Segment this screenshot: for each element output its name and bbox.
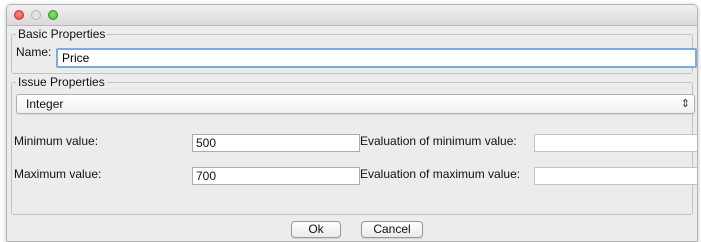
name-label: Name: [16, 45, 52, 59]
maximum-value-input[interactable]: 700 [192, 167, 360, 185]
cancel-button[interactable]: Cancel [361, 221, 423, 238]
evaluation-min-input[interactable] [534, 134, 697, 152]
title-bar [7, 5, 697, 26]
evaluation-max-input[interactable] [534, 167, 697, 185]
issue-properties-title: Issue Properties [16, 75, 107, 89]
close-icon[interactable] [14, 10, 24, 20]
basic-properties-group: Basic Properties Name: [11, 27, 697, 74]
evaluation-min-label: Evaluation of minimum value: [360, 134, 517, 148]
issue-type-selected: Integer [26, 97, 64, 111]
dialog-window: Basic Properties Name: Issue Properties … [6, 4, 698, 242]
issue-type-select[interactable]: Integer ⇕ [16, 94, 695, 114]
select-arrows-icon: ⇕ [680, 98, 690, 110]
zoom-icon[interactable] [48, 10, 58, 20]
minimize-icon[interactable] [31, 10, 41, 20]
evaluation-max-label: Evaluation of maximum value: [360, 167, 521, 181]
name-input[interactable] [56, 48, 697, 68]
maximum-value-label: Maximum value: [14, 167, 102, 181]
issue-properties-group: Issue Properties Integer ⇕ Minimum value… [11, 75, 697, 215]
minimum-value-label: Minimum value: [14, 134, 99, 148]
ok-button[interactable]: Ok [291, 221, 341, 238]
minimum-value-input[interactable]: 500 [192, 134, 360, 152]
basic-properties-title: Basic Properties [16, 27, 108, 41]
